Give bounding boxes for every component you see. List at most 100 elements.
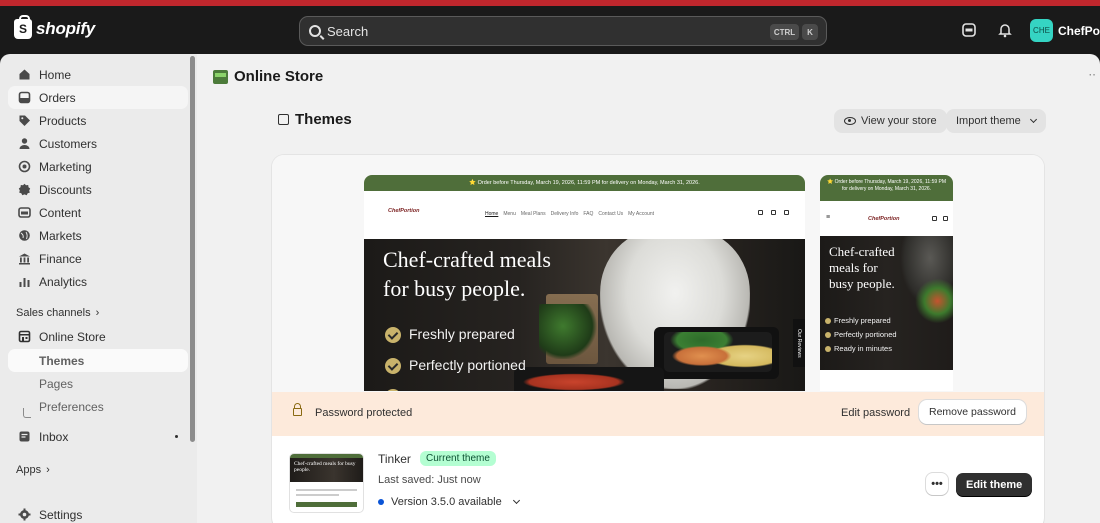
view-store-label: View your store [861,115,937,127]
chevron-down-icon [512,496,520,505]
search-icon [758,210,763,215]
avatar: CHE [1030,19,1053,42]
hero-headline-line: meals for [829,260,878,275]
benefit-label: Freshly prepared [834,316,891,325]
chevron-right-icon: › [95,307,100,319]
edit-theme-button[interactable]: Edit theme [956,473,1033,496]
mobile-hero-headline: Chef-crafted meals for busy people. [829,244,895,292]
second-tray-image [514,367,664,391]
check-icon [825,346,831,352]
check-icon [825,318,831,324]
preview-hero: Chef-crafted meals for busy people. Fres… [364,239,805,391]
mobile-header-icons [932,216,948,221]
sidebar-item-markets[interactable]: Markets [8,224,188,247]
chevron-right-icon: › [46,464,50,476]
desktop-preview: ⭐ Order before Thursday, March 19, 2026,… [364,175,805,391]
more-actions-icon[interactable]: ⋅⋅ [1088,68,1096,82]
cart-icon [784,210,789,215]
sidebar-item-pages[interactable]: Pages [8,372,188,395]
mobile-preview-logo: ChefPortion [868,216,900,222]
sidebar-item-label: Orders [39,90,76,105]
globe-icon [19,230,30,241]
check-icon [825,332,831,338]
eye-icon [844,117,856,125]
sidebar-item-label: Analytics [39,274,88,289]
preview-nav-link: Delivery Info [550,211,579,217]
theme-preview-area[interactable]: ⭐ Order before Thursday, March 19, 2026,… [272,155,1044,392]
sidebar-item-label: Finance [39,251,82,266]
preview-nav: ChefPortion Home Menu Meal Plans Deliver… [364,191,805,239]
benefit-label: Ready in minutes [834,344,892,353]
sidebar-scrollbar[interactable] [190,56,195,442]
sales-channels-heading[interactable]: Sales channels › [16,307,99,319]
sidebar-item-label: Markets [39,228,82,243]
shopify-bag-icon: S [14,15,32,39]
mobile-preview: ⭐ Order before Thursday, March 19, 2026,… [820,175,953,391]
theme-card: ⭐ Order before Thursday, March 19, 2026,… [272,155,1044,523]
sidebar-item-label: Online Store [39,329,106,344]
theme-name: Tinker [378,452,411,466]
search-input[interactable]: Search CTRL K [299,16,827,46]
online-store-app-icon [213,69,228,84]
herbs-image [539,304,599,359]
theme-box-icon [278,114,289,125]
preview-header-icons [758,210,789,215]
sidebar-item-themes[interactable]: Themes [8,349,188,372]
theme-thumbnail[interactable]: Chef-crafted meals for busy people. [289,453,364,513]
remove-password-button[interactable]: Remove password [919,400,1026,424]
food-image [910,276,953,326]
lock-icon [293,403,302,416]
sidebar-item-label: Products [39,113,87,128]
edit-password-link[interactable]: Edit password [841,407,910,419]
view-store-button[interactable]: View your store [834,109,947,133]
sidebar-item-discounts[interactable]: Discounts [8,178,188,201]
store-account-menu[interactable]: CHE ChefPorti [1030,19,1100,42]
mobile-hero: Chef-crafted meals for busy people. Fres… [820,236,953,370]
password-status: Password protected [315,407,413,419]
check-icon [385,357,401,374]
search-icon [309,25,321,37]
sidebar-item-home[interactable]: Home [8,63,188,86]
sidebar-item-label: Content [39,205,82,220]
apps-heading[interactable]: Apps › [16,464,50,476]
top-bar: S shopify Search CTRL K CHE ChefPorti [0,6,1100,54]
bell-icon[interactable] [997,22,1013,38]
sidebar-item-preferences[interactable]: Preferences [8,395,188,418]
shortcut-ctrl-key: CTRL [770,24,799,40]
sidebar-item-orders[interactable]: Orders [8,86,188,109]
sidebar-item-label: Settings [39,507,83,522]
gear-icon [18,508,31,521]
sidebar-item-content[interactable]: Content [8,201,188,224]
reviews-tab: Our Reviews [793,319,805,367]
benefit-label: Ready in minutes [409,381,517,391]
sidebar-item-customers[interactable]: Customers [8,132,188,155]
sidebar-item-settings[interactable]: Settings [8,503,188,523]
megaphone-icon [18,160,31,173]
preview-nav-link: Menu [503,211,516,217]
benefit-item: Ready in minutes [825,342,897,356]
version-update-dropdown[interactable]: Version 3.5.0 available [378,496,520,508]
preview-logo: ChefPortion [388,208,420,214]
search-placeholder: Search [327,23,369,39]
sidebar-item-products[interactable]: Products [8,109,188,132]
sidebar-item-inbox[interactable]: Inbox [8,425,188,448]
import-theme-button[interactable]: Import theme [946,109,1046,133]
store-switcher-icon[interactable] [961,22,977,38]
benefit-item: Perfectly portioned [385,350,526,381]
sidebar-item-marketing[interactable]: Marketing [8,155,188,178]
discount-icon [18,183,31,196]
sidebar-item-label: Themes [39,353,85,368]
logo-text: shopify [36,19,96,38]
section-title: Themes [295,111,352,128]
sidebar-item-label: Pages [39,376,74,391]
sidebar-item-analytics[interactable]: Analytics [8,270,188,293]
themes-heading: Themes [278,111,352,128]
sidebar-item-online-store[interactable]: Online Store [8,325,188,348]
orders-icon [18,91,31,104]
sidebar-item-label: Inbox [39,429,69,444]
sidebar-item-finance[interactable]: Finance [8,247,188,270]
password-banner: Password protected Edit password Remove … [272,392,1044,436]
shopify-logo[interactable]: S shopify [14,15,96,39]
theme-more-actions-button[interactable]: ••• [926,473,948,495]
cart-icon [943,216,948,221]
